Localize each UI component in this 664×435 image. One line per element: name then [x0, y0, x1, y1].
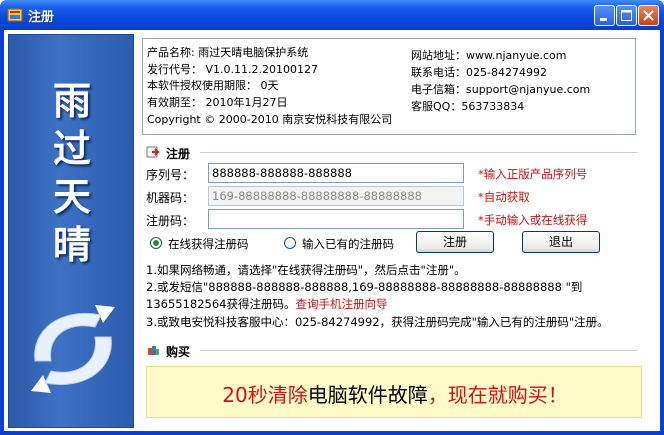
close-button[interactable]	[638, 5, 659, 26]
radio-online[interactable]	[150, 237, 162, 249]
buy-text-b: 电脑软件故障	[307, 383, 428, 407]
product-info-box: 产品名称: 雨过天晴电脑保护系统 发行代号： V1.0.11.2.2010012…	[142, 38, 636, 135]
machine-code-input: 169-88888888-88888888-88888888	[208, 186, 464, 206]
radio-manual-label[interactable]: 输入已有的注册码	[302, 236, 394, 252]
website: 网站地址：www.njanyue.com	[411, 49, 567, 62]
sms-guide-link[interactable]: 查询手机注册向导	[295, 297, 387, 311]
maximize-button[interactable]	[616, 5, 637, 26]
window-title: 注册	[28, 10, 55, 25]
qq: 客服QQ：563733834	[411, 100, 525, 113]
email: 电子信箱：support@njanyue.com	[411, 83, 591, 96]
reg-code-label: 注册码：	[146, 214, 195, 228]
machine-code-hint: *自动获取	[478, 190, 530, 204]
license-period: 本软件授权使用期限： 0天	[147, 79, 279, 92]
client-area: 雨 过 天 晴 产品名称: 雨过天晴电脑保护系统 发行代号： V1.0.11.2…	[4, 30, 660, 431]
banner-char-4: 晴	[52, 223, 91, 267]
note-line-4: 3.或致电安悦科技客服中心：025-84274992，获得注册码完成"输入已有的…	[146, 315, 609, 329]
note-line-2: 2.或发短信"888888-888888-888888,169-88888888…	[146, 280, 583, 294]
note-line-3: 13655182564获得注册码。查询手机注册向导	[146, 296, 387, 312]
banner-char-1: 雨	[52, 79, 91, 123]
radio-manual[interactable]	[284, 237, 296, 249]
buy-text-c: ，现在就购买！	[427, 383, 568, 407]
reg-code-hint: *手动输入或在线获得	[478, 213, 588, 227]
buy-banner-text[interactable]: 20秒清除电脑软件故障，现在就购买！	[147, 379, 643, 408]
serial-input[interactable]: 888888-888888-888888	[208, 163, 464, 183]
register-icon	[146, 146, 160, 158]
banner-char-3: 天	[52, 175, 91, 219]
expiry-date: 有效期至： 2010年1月27日	[147, 96, 288, 109]
title-bar[interactable]: 注册	[0, 0, 664, 30]
brand-banner: 雨 过 天 晴	[8, 34, 134, 428]
register-window: 注册 雨 过 天 晴 产品名称: 雨过天晴电脑保护系统 发行代号： V1.0.1…	[0, 0, 664, 435]
minimize-button[interactable]	[594, 5, 615, 26]
register-section-title: 注册	[166, 147, 191, 161]
banner-char-2: 过	[52, 127, 91, 171]
radio-online-label[interactable]: 在线获得注册码	[168, 236, 249, 252]
buy-banner[interactable]: 20秒清除电脑软件故障，现在就购买！	[146, 366, 642, 418]
release-code: 发行代号： V1.0.11.2.20100127	[147, 63, 318, 76]
serial-hint: *输入正版产品序列号	[478, 167, 588, 181]
phone: 联系电话：025-84274992	[411, 66, 547, 79]
close-icon	[643, 10, 654, 21]
minimize-icon	[600, 18, 607, 21]
register-button[interactable]: 注册	[416, 231, 494, 253]
refresh-arrows-logo	[31, 305, 115, 393]
app-icon	[7, 8, 23, 22]
register-divider	[200, 152, 638, 153]
maximize-icon	[621, 10, 632, 21]
note-line-3-text: 13655182564获得注册码。	[146, 297, 296, 311]
copyright: Copyright © 2000-2010 南京安悦科技有限公司	[147, 113, 393, 126]
note-line-1: 1.如果网络畅通，请选择"在线获得注册码"，然后点击"注册"。	[146, 263, 466, 277]
exit-button[interactable]: 退出	[522, 231, 600, 253]
buy-section-title: 购买	[166, 345, 191, 359]
buy-divider	[200, 350, 638, 351]
machine-code-label: 机器码：	[146, 191, 195, 205]
product-name: 产品名称: 雨过天晴电脑保护系统	[147, 46, 309, 59]
shopping-icon	[148, 346, 159, 355]
reg-code-input[interactable]	[208, 209, 464, 229]
buy-text-a: 20秒清除	[222, 383, 308, 407]
serial-label: 序列号：	[146, 168, 195, 182]
